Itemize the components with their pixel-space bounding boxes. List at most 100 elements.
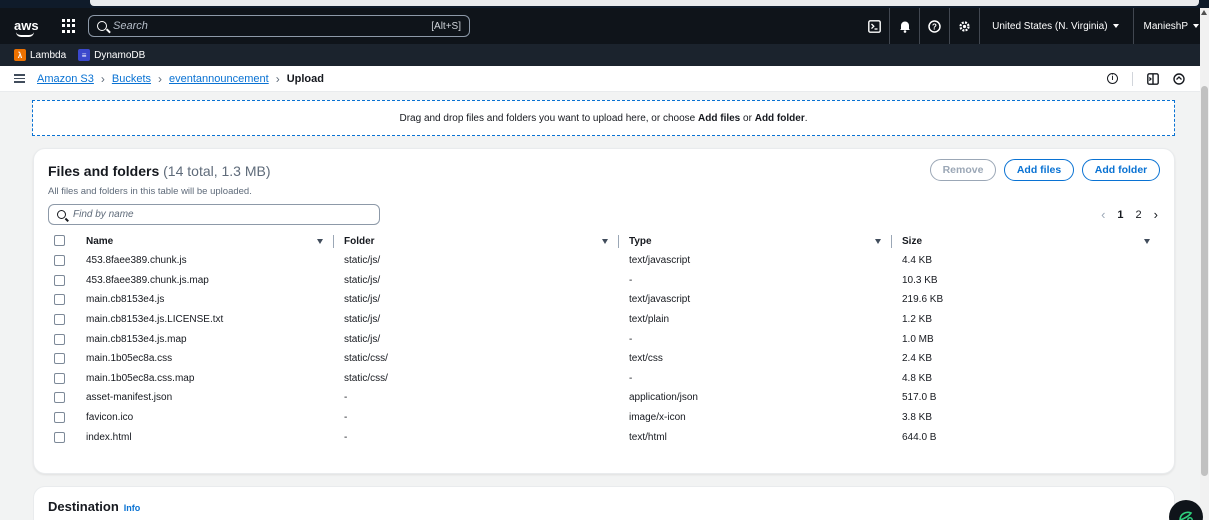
row-checkbox[interactable]: [54, 274, 65, 286]
cloudshell-icon[interactable]: [860, 8, 891, 44]
file-count: (14 total, 1.3 MB): [163, 163, 271, 179]
cell-name: main.1b05ec8a.css.map: [86, 372, 195, 384]
upload-dropzone[interactable]: Drag and drop files and folders you want…: [32, 100, 1175, 136]
column-size[interactable]: Size: [902, 231, 1160, 251]
cell-type: text/css: [629, 353, 663, 365]
table-row[interactable]: index.html - text/html 644.0 B: [48, 427, 1160, 447]
find-by-name-box[interactable]: [48, 204, 380, 225]
table-row[interactable]: favicon.ico - image/x-icon 3.8 KB: [48, 408, 1160, 428]
cell-type: text/javascript: [629, 255, 691, 267]
table-row[interactable]: main.cb8153e4.js.LICENSE.txt static/js/te…: [48, 310, 1160, 330]
table-header-row: Name Folder Type Size: [48, 231, 1160, 251]
row-checkbox[interactable]: [54, 392, 65, 404]
page-2[interactable]: 2: [1136, 209, 1142, 221]
cell-name: index.html: [86, 431, 132, 443]
sort-icon: [317, 238, 323, 244]
cell-name: main.cb8153e4.js.map: [86, 333, 187, 345]
next-page-icon[interactable]: ›: [1154, 207, 1158, 222]
row-checkbox[interactable]: [54, 333, 65, 345]
row-checkbox[interactable]: [54, 372, 65, 384]
cell-folder: static/css/: [344, 372, 388, 384]
account-menu[interactable]: ManieshP: [1134, 8, 1209, 44]
menu-hamburger-icon[interactable]: [14, 74, 25, 83]
add-folder-button[interactable]: Add folder: [1082, 159, 1160, 181]
scrollbar-thumb[interactable]: [1201, 86, 1208, 476]
column-folder[interactable]: Folder: [344, 231, 629, 251]
row-checkbox[interactable]: [54, 294, 65, 306]
row-checkbox[interactable]: [54, 255, 65, 267]
find-by-name-input[interactable]: [73, 209, 371, 220]
aws-logo[interactable]: aws: [14, 19, 54, 37]
global-search-box[interactable]: [Alt+S]: [88, 15, 470, 37]
cell-type: image/x-icon: [629, 412, 686, 424]
cell-folder: static/css/: [344, 353, 388, 365]
table-row[interactable]: main.cb8153e4.js static/js/text/javascrip…: [48, 290, 1160, 310]
cell-size: 1.2 KB: [902, 314, 933, 326]
favorite-lambda[interactable]: λ Lambda: [14, 49, 66, 61]
sort-icon: [1144, 238, 1150, 244]
page-1[interactable]: 1: [1117, 209, 1123, 221]
cell-folder: static/js/: [344, 333, 381, 345]
pagination: ‹ 1 2 ›: [1101, 207, 1158, 222]
cell-folder: static/js/: [344, 314, 381, 326]
global-search-input[interactable]: [113, 20, 432, 32]
panel-title: Files and folders (14 total, 1.3 MB): [48, 163, 271, 179]
column-name[interactable]: Name: [74, 231, 344, 251]
destination-panel: Destination Info: [33, 486, 1175, 520]
browser-top-strip: [0, 0, 1209, 8]
notifications-bell-icon[interactable]: [890, 8, 921, 44]
assistant-fab-button[interactable]: [1169, 500, 1203, 520]
dynamodb-icon: ≡: [78, 49, 91, 61]
row-checkbox[interactable]: [54, 314, 65, 325]
breadcrumb-bucket[interactable]: eventannouncement: [169, 73, 269, 85]
settings-gear-icon[interactable]: [950, 8, 981, 44]
row-checkbox[interactable]: [54, 411, 65, 423]
panel-subtitle: All files and folders in this table will…: [48, 186, 252, 197]
breadcrumb-buckets[interactable]: Buckets: [112, 73, 151, 85]
help-icon[interactable]: ?: [920, 8, 951, 44]
region-selector[interactable]: United States (N. Virginia): [980, 8, 1134, 44]
cell-name: main.cb8153e4.js.LICENSE.txt: [86, 314, 224, 326]
cell-type: text/plain: [629, 314, 670, 326]
select-all-checkbox[interactable]: [54, 235, 65, 247]
panel-toggle-icon[interactable]: [1147, 72, 1159, 85]
row-checkbox[interactable]: [54, 431, 65, 443]
services-grid-icon[interactable]: [62, 19, 76, 33]
destination-info-link[interactable]: Info: [124, 503, 141, 513]
cell-type: -: [629, 372, 633, 384]
chevron-right-icon: ›: [158, 71, 163, 86]
table-row[interactable]: 453.8faee389.chunk.js static/js/text/java…: [48, 251, 1160, 271]
sort-icon: [602, 238, 608, 244]
cell-size: 4.4 KB: [902, 255, 933, 267]
cell-folder: static/js/: [344, 255, 381, 267]
scroll-up-icon[interactable]: [1201, 10, 1207, 15]
table-row[interactable]: main.1b05ec8a.css.map static/css/ - 4.8 KB: [48, 369, 1160, 389]
cell-size: 3.8 KB: [902, 412, 933, 424]
column-type[interactable]: Type: [629, 231, 902, 251]
feedback-icon[interactable]: [1173, 72, 1185, 85]
row-checkbox[interactable]: [54, 353, 65, 365]
previous-page-icon[interactable]: ‹: [1101, 207, 1105, 222]
cell-folder: static/js/: [344, 274, 381, 286]
cell-folder: static/js/: [344, 294, 381, 306]
cell-size: 4.8 KB: [902, 372, 933, 384]
cell-type: -: [629, 274, 633, 286]
table-row[interactable]: main.1b05ec8a.css static/css/text/css 2.4 …: [48, 349, 1160, 369]
cell-type: text/javascript: [629, 294, 691, 306]
favorite-dynamodb[interactable]: ≡ DynamoDB: [78, 49, 145, 61]
table-row[interactable]: 453.8faee389.chunk.js.map static/js/ - 10.3…: [48, 271, 1160, 291]
remove-button[interactable]: Remove: [930, 159, 996, 181]
breadcrumb-amazon-s3[interactable]: Amazon S3: [37, 73, 94, 85]
table-row[interactable]: main.cb8153e4.js.map static/js/ - 1.0 MB: [48, 329, 1160, 349]
add-files-button[interactable]: Add files: [1004, 159, 1074, 181]
favorites-bar: λ Lambda ≡ DynamoDB: [0, 44, 1209, 66]
cell-type: text/html: [629, 431, 667, 443]
cell-type: application/json: [629, 392, 698, 404]
cell-folder: -: [344, 431, 348, 443]
info-icon[interactable]: i: [1107, 73, 1118, 84]
lambda-icon: λ: [14, 49, 26, 61]
svg-text:?: ?: [932, 22, 937, 31]
page-scrollbar[interactable]: [1200, 8, 1209, 520]
cell-name: favicon.ico: [86, 412, 134, 424]
table-row[interactable]: asset-manifest.json - application/json 517.…: [48, 388, 1160, 408]
